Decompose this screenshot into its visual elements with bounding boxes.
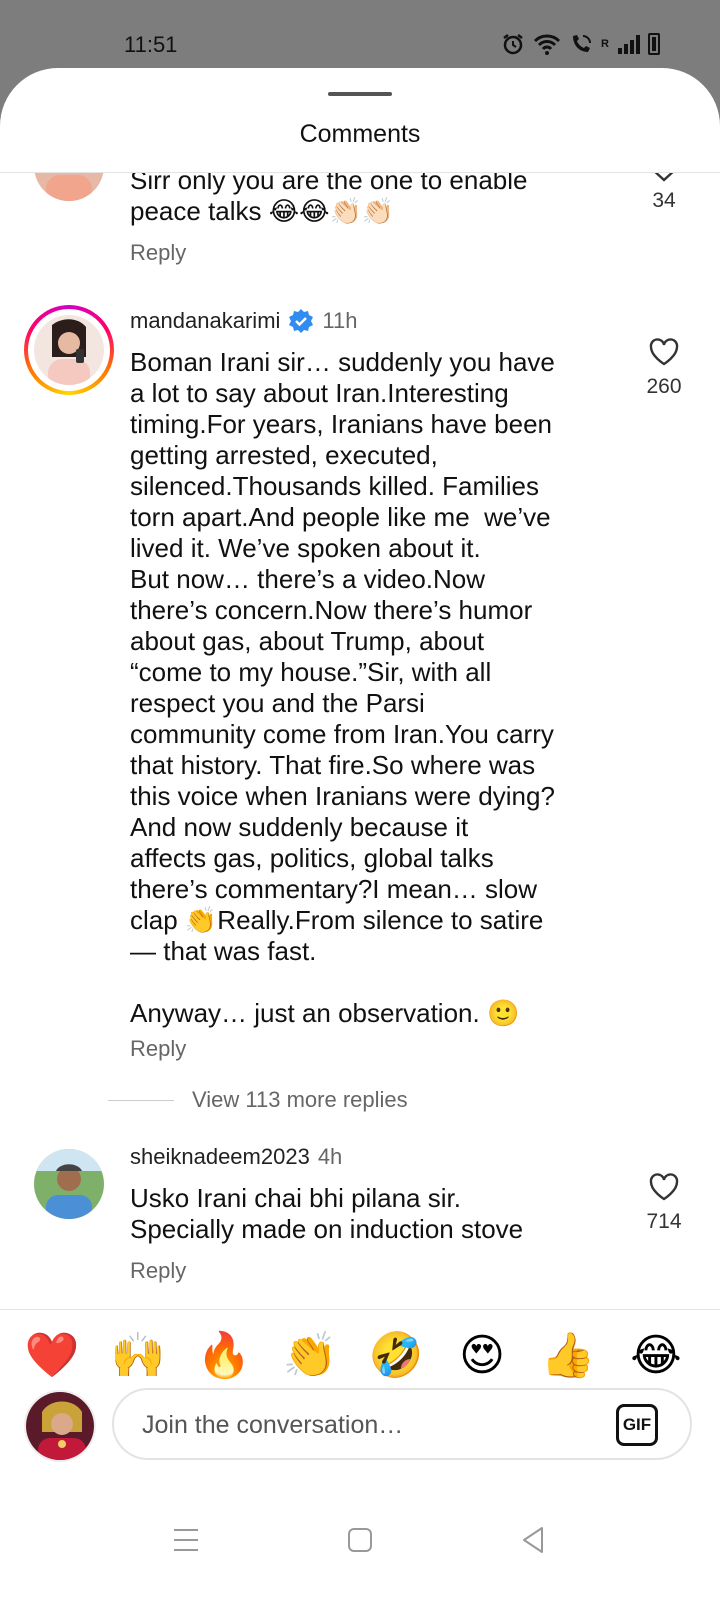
like-column: 34 <box>630 173 698 213</box>
comment-time: 11h <box>322 308 358 333</box>
comments-sheet: Comments Sirr only you are the one to en… <box>0 68 720 1600</box>
signal-icon <box>618 34 640 54</box>
status-time: 11:51 <box>124 32 178 57</box>
emoji-rofl-button[interactable]: 🤣 <box>366 1326 426 1386</box>
alarm-icon <box>503 34 523 55</box>
heart-icon[interactable] <box>648 337 680 367</box>
signal-label: R <box>601 38 609 50</box>
chevron-down-icon[interactable] <box>649 173 679 183</box>
avatar <box>34 315 104 385</box>
view-more-replies[interactable]: View 113 more replies <box>108 1087 408 1113</box>
reply-button[interactable]: Reply <box>130 1036 186 1062</box>
verified-badge-icon <box>289 309 314 333</box>
comment-input-placeholder: Join the conversation… <box>142 1411 404 1439</box>
comment-text: Sirr only you are the one to enable peac… <box>130 173 528 226</box>
emoji-divider <box>0 1309 720 1310</box>
like-count: 714 <box>646 1210 682 1233</box>
comment-time: 4h <box>317 1144 343 1169</box>
emoji-clap-button[interactable]: 👏 <box>280 1326 340 1386</box>
menu-nav-icon[interactable] <box>166 1520 206 1560</box>
emoji-heart-eyes-button[interactable]: 😍 <box>452 1326 512 1386</box>
story-ring[interactable] <box>24 305 114 395</box>
view-more-replies-label[interactable]: View 113 more replies <box>192 1087 408 1113</box>
comment-input[interactable]: Join the conversation… GIF <box>112 1388 692 1460</box>
emoji-heart-button[interactable]: ❤️ <box>22 1326 82 1386</box>
like-count: 34 <box>652 189 676 212</box>
status-icons: R <box>501 32 660 56</box>
system-nav-bar <box>0 1500 720 1600</box>
drag-handle[interactable] <box>328 92 392 96</box>
like-count: 260 <box>646 375 682 398</box>
like-column: 714 <box>630 1172 698 1234</box>
comments-list[interactable]: Sirr only you are the one to enable peac… <box>0 173 720 1373</box>
sheet-title: Comments <box>299 120 421 148</box>
avatar[interactable] <box>34 1149 104 1219</box>
gif-button[interactable]: GIF <box>616 1404 658 1446</box>
username[interactable]: mandanakarimi <box>130 308 280 334</box>
comment-text: Boman Irani sir… suddenly you have a lot… <box>130 347 555 1028</box>
like-column: 260 <box>630 337 698 399</box>
emoji-thumbs-up-button[interactable]: 👍 <box>538 1326 598 1386</box>
emoji-fire-button[interactable]: 🔥 <box>194 1326 254 1386</box>
current-user-avatar[interactable] <box>24 1390 96 1462</box>
reply-button[interactable]: Reply <box>130 1258 186 1284</box>
comment-meta: sheiknadeem2023 4h <box>130 1144 342 1170</box>
wifi-call-icon <box>573 35 592 52</box>
reply-button[interactable]: Reply <box>130 240 186 266</box>
heart-icon[interactable] <box>648 1172 680 1202</box>
status-bar: 11:51 R <box>0 0 720 70</box>
emoji-tray: ❤️ 🙌 🔥 👏 🤣 😍 👍 😂 <box>0 1326 720 1386</box>
wifi-icon <box>533 34 561 55</box>
back-nav-icon[interactable] <box>514 1520 554 1560</box>
comment-text: Usko Irani chai bhi pilana sir. Speciall… <box>130 1183 524 1244</box>
username[interactable]: sheiknadeem2023 <box>130 1144 310 1170</box>
avatar[interactable] <box>34 173 104 201</box>
emoji-raised-hands-button[interactable]: 🙌 <box>108 1326 168 1386</box>
comment-meta: mandanakarimi 11h <box>130 308 357 334</box>
home-nav-icon[interactable] <box>340 1520 380 1560</box>
battery-icon <box>648 33 660 55</box>
emoji-joy-button[interactable]: 😂 <box>626 1326 686 1386</box>
replies-line <box>108 1099 174 1101</box>
